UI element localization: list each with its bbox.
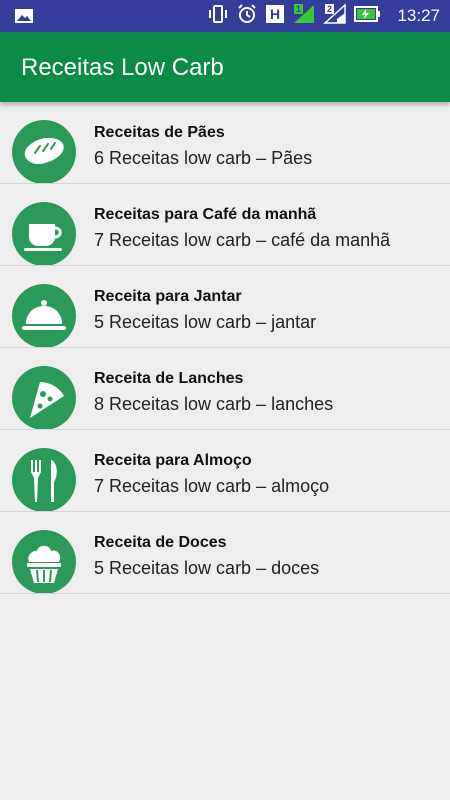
cloche-icon [12, 284, 76, 347]
bread-icon [12, 120, 76, 183]
pizza-slice-icon [12, 366, 76, 429]
list-item-subtitle: 8 Receitas low carb – lanches [94, 394, 334, 414]
list-item-title: Receitas para Café da manhã [94, 206, 317, 223]
list-item-title: Receita para Jantar [94, 288, 242, 305]
status-time: 13:27 [397, 6, 440, 25]
sim1-label: 1 [296, 4, 301, 14]
list-item-cafe-da-manha[interactable]: Receitas para Café da manhã 7 Receitas l… [0, 184, 450, 266]
vibrate-icon [207, 4, 229, 29]
battery-charging-icon [354, 5, 382, 28]
category-list: Receitas de Pães 6 Receitas low carb – P… [0, 102, 450, 594]
signal-sim1-icon: 1 [292, 3, 316, 30]
list-item-almoco[interactable]: Receita para Almoço 7 Receitas low carb … [0, 430, 450, 512]
app-bar: Receitas Low Carb [0, 32, 450, 102]
fork-knife-icon [12, 448, 76, 511]
cupcake-icon [12, 530, 76, 593]
list-item-lanches[interactable]: Receita de Lanches 8 Receitas low carb –… [0, 348, 450, 430]
list-item-subtitle: 5 Receitas low carb – jantar [94, 312, 317, 332]
app-title: Receitas Low Carb [21, 54, 224, 81]
list-item-subtitle: 5 Receitas low carb – doces [94, 558, 320, 578]
list-item-title: Receita de Doces [94, 534, 227, 551]
list-item-paes[interactable]: Receitas de Pães 6 Receitas low carb – P… [0, 102, 450, 184]
list-item-doces[interactable]: Receita de Doces 5 Receitas low carb – d… [0, 512, 450, 594]
list-item-title: Receita de Lanches [94, 370, 244, 387]
status-bar: H 1 2 13:27 [0, 0, 450, 32]
image-notification-icon [14, 8, 34, 29]
list-item-subtitle: 7 Receitas low carb – café da manhã [94, 230, 391, 250]
signal-sim2-icon: 2 [323, 2, 347, 30]
network-label: H [270, 6, 280, 22]
list-item-title: Receitas de Pães [94, 124, 225, 141]
list-item-jantar[interactable]: Receita para Jantar 5 Receitas low carb … [0, 266, 450, 348]
coffee-cup-icon [12, 202, 76, 265]
list-item-subtitle: 6 Receitas low carb – Pães [94, 148, 313, 168]
alarm-icon [236, 3, 258, 30]
list-item-subtitle: 7 Receitas low carb – almoço [94, 476, 330, 496]
h-network-icon: H [265, 4, 285, 29]
sim2-label: 2 [327, 4, 332, 14]
list-item-title: Receita para Almoço [94, 452, 252, 469]
